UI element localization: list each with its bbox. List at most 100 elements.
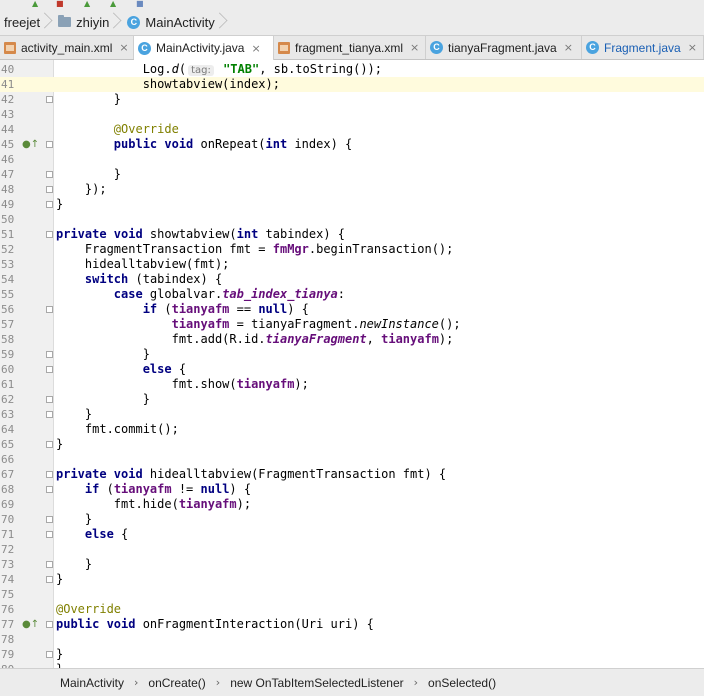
fold-marker-icon[interactable]: [46, 171, 53, 178]
line-number: 65: [1, 438, 15, 451]
override-marker-icon[interactable]: ●↑: [22, 137, 39, 152]
code-text: else {: [84, 527, 129, 541]
code-line[interactable]: 61 fmt.show(tianyafm);: [0, 377, 704, 392]
code-line[interactable]: 75: [0, 587, 704, 602]
fold-marker-icon[interactable]: [46, 141, 53, 148]
stop-icon[interactable]: ■: [56, 0, 64, 8]
code-text: }: [56, 572, 64, 586]
line-number: 40: [1, 63, 15, 76]
tab-tianyafragment-java[interactable]: C tianyaFragment.java ×: [426, 36, 582, 59]
code-line[interactable]: 49}: [0, 197, 704, 212]
fold-marker-icon[interactable]: [46, 396, 53, 403]
breadcrumb-item-zhiyin[interactable]: zhiyin: [54, 9, 123, 35]
fold-marker-icon[interactable]: [46, 351, 53, 358]
code-line[interactable]: 78: [0, 632, 704, 647]
code-line[interactable]: 71 else {: [0, 527, 704, 542]
code-line[interactable]: 46: [0, 152, 704, 167]
code-line[interactable]: 40 Log.d(tag: "TAB", sb.toString());: [0, 62, 704, 77]
code-line[interactable]: 43: [0, 107, 704, 122]
code-line[interactable]: 48 });: [0, 182, 704, 197]
code-editor[interactable]: 40 Log.d(tag: "TAB", sb.toString()); 41 s…: [0, 60, 704, 668]
line-number: 59: [1, 348, 15, 361]
code-text: @Override: [113, 122, 179, 136]
nav-item-onselected[interactable]: onSelected(): [428, 676, 496, 690]
nav-item-oncreate[interactable]: onCreate(): [148, 676, 205, 690]
nav-item-listener[interactable]: new OnTabItemSelectedListener: [230, 676, 403, 690]
code-line[interactable]: 69 fmt.hide(tianyafm);: [0, 497, 704, 512]
code-line[interactable]: 54 switch (tabindex) {: [0, 272, 704, 287]
breadcrumb-item-mainactivity[interactable]: C MainActivity: [123, 9, 228, 35]
editor-tabs: activity_main.xml × C MainActivity.java …: [0, 36, 704, 60]
code-line[interactable]: 57 tianyafm = tianyaFragment.newInstance…: [0, 317, 704, 332]
code-line[interactable]: 72: [0, 542, 704, 557]
nav-item-mainactivity[interactable]: MainActivity: [60, 676, 124, 690]
fold-marker-icon[interactable]: [46, 306, 53, 313]
android-icon[interactable]: ▲: [84, 0, 90, 8]
code-line[interactable]: 62 }: [0, 392, 704, 407]
fold-marker-icon[interactable]: [46, 561, 53, 568]
xml-file-icon: [4, 41, 16, 54]
code-line[interactable]: 79}: [0, 647, 704, 662]
code-line[interactable]: 52 FragmentTransaction fmt = fmMgr.begin…: [0, 242, 704, 257]
code-line[interactable]: 59 }: [0, 347, 704, 362]
close-icon[interactable]: ×: [564, 41, 573, 54]
code-line[interactable]: 55 case globalvar.tab_index_tianya:: [0, 287, 704, 302]
code-line[interactable]: 76 @Override: [0, 602, 704, 617]
code-line[interactable]: 50: [0, 212, 704, 227]
line-number: 67: [1, 468, 15, 481]
code-line[interactable]: 56 if (tianyafm == null) {: [0, 302, 704, 317]
close-icon[interactable]: ×: [688, 41, 697, 54]
fold-marker-icon[interactable]: [46, 576, 53, 583]
line-number: 48: [1, 183, 15, 196]
fold-marker-icon[interactable]: [46, 471, 53, 478]
override-marker-icon[interactable]: ●↑: [22, 617, 39, 632]
line-number: 64: [1, 423, 15, 436]
class-icon: C: [138, 41, 151, 55]
code-line[interactable]: 44 @Override: [0, 122, 704, 137]
code-line[interactable]: 42 }: [0, 92, 704, 107]
close-icon[interactable]: ×: [119, 41, 128, 54]
code-line[interactable]: 60 else {: [0, 362, 704, 377]
close-icon[interactable]: ×: [251, 42, 260, 55]
fold-marker-icon[interactable]: [46, 531, 53, 538]
code-line[interactable]: 70 }: [0, 512, 704, 527]
device-icon[interactable]: ■: [136, 0, 144, 8]
fold-marker-icon[interactable]: [46, 186, 53, 193]
code-line[interactable]: 47 }: [0, 167, 704, 182]
tab-activity-main-xml[interactable]: activity_main.xml ×: [0, 36, 134, 59]
tab-fragment-java[interactable]: C Fragment.java ×: [582, 36, 704, 59]
fold-marker-icon[interactable]: [46, 651, 53, 658]
code-line[interactable]: 65}: [0, 437, 704, 452]
code-line[interactable]: 58 fmt.add(R.id.tianyaFragment, tianyafm…: [0, 332, 704, 347]
fold-marker-icon[interactable]: [46, 486, 53, 493]
code-line[interactable]: 74}: [0, 572, 704, 587]
code-line[interactable]: 73 }: [0, 557, 704, 572]
code-line[interactable]: 41 showtabview(index);: [0, 77, 704, 92]
fold-marker-icon[interactable]: [46, 201, 53, 208]
code-line[interactable]: 51 private void showtabview(int tabindex)…: [0, 227, 704, 242]
tab-mainactivity-java[interactable]: C MainActivity.java ×: [134, 36, 274, 60]
fold-marker-icon[interactable]: [46, 621, 53, 628]
tab-label: tianyaFragment.java: [448, 40, 557, 55]
tab-fragment-tianya-xml[interactable]: fragment_tianya.xml ×: [274, 36, 426, 59]
code-line[interactable]: 64 fmt.commit();: [0, 422, 704, 437]
sdk-icon[interactable]: ▲: [110, 0, 116, 8]
fold-marker-icon[interactable]: [46, 516, 53, 523]
breadcrumb-item-freejet[interactable]: freejet: [0, 9, 54, 35]
line-number: 46: [1, 153, 15, 166]
fold-marker-icon[interactable]: [46, 96, 53, 103]
code-line[interactable]: 63 }: [0, 407, 704, 422]
fold-marker-icon[interactable]: [46, 441, 53, 448]
fold-marker-icon[interactable]: [46, 411, 53, 418]
code-line[interactable]: 77 ●↑ public void onFragmentInteraction(Ur…: [0, 617, 704, 632]
close-icon[interactable]: ×: [410, 41, 419, 54]
fold-marker-icon[interactable]: [46, 366, 53, 373]
folder-icon: [58, 15, 72, 27]
code-line[interactable]: 67 private void hidealltabview(FragmentTr…: [0, 467, 704, 482]
fold-marker-icon[interactable]: [46, 231, 53, 238]
code-line[interactable]: 68 if (tianyafm != null) {: [0, 482, 704, 497]
code-line[interactable]: 53 hidealltabview(fmt);: [0, 257, 704, 272]
run-icon[interactable]: ▲: [32, 0, 38, 8]
code-line[interactable]: 66: [0, 452, 704, 467]
code-line[interactable]: 45 ●↑ public void onRepeat(int index) {: [0, 137, 704, 152]
